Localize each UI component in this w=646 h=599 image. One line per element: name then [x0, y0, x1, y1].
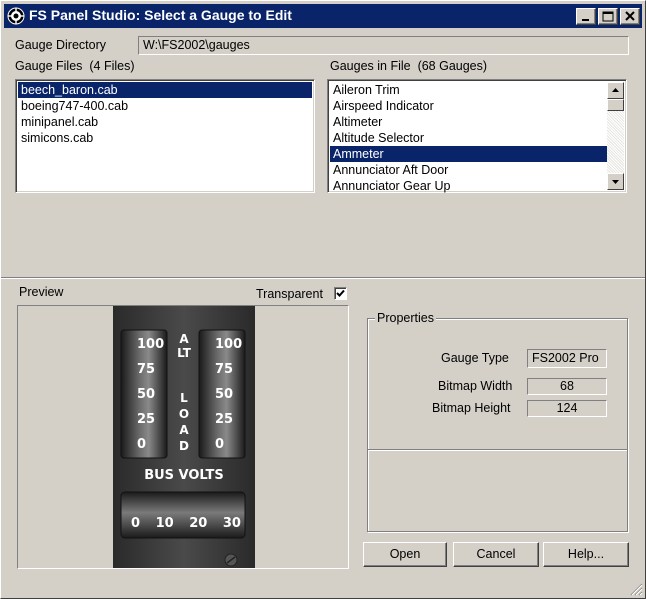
list-item[interactable]: minipanel.cab: [18, 114, 312, 130]
gauges-in-file-list[interactable]: Aileron Trim Airspeed Indicator Altimete…: [327, 79, 627, 193]
scroll-thumb[interactable]: [607, 99, 624, 111]
gauges-list-scrollbar[interactable]: [607, 82, 624, 190]
gauge-directory-label: Gauge Directory: [15, 38, 107, 52]
checkmark-icon: [336, 289, 345, 297]
preview-area: 100 75 50 25 0 100 75 50 25 0 ALT LOAD B…: [17, 305, 349, 569]
gauge-files-count: (4 Files): [89, 59, 135, 73]
resize-grip-icon[interactable]: [629, 582, 643, 596]
bus-volts-label: BUS VOLTS: [144, 468, 224, 483]
gauges-in-file-count: (68 Gauges): [417, 59, 488, 73]
list-item[interactable]: Aileron Trim: [330, 82, 607, 98]
gauge-directory-field[interactable]: W:\FS2002\gauges: [138, 36, 629, 55]
list-item[interactable]: Ammeter: [330, 146, 607, 162]
list-item[interactable]: Altimeter: [330, 114, 607, 130]
close-icon: [625, 11, 635, 21]
volt-meter-scale: 0 10 20 30: [131, 516, 241, 531]
maximize-icon: [602, 11, 614, 22]
bitmap-height-value: 124: [527, 400, 607, 417]
list-item[interactable]: beech_baron.cab: [18, 82, 312, 98]
title-bar[interactable]: FS Panel Studio: Select a Gauge to Edit: [4, 4, 642, 28]
list-item[interactable]: Annunciator Gear Up: [330, 178, 607, 194]
transparent-label[interactable]: Transparent: [256, 287, 323, 301]
left-meter-scale: 100 75 50 25 0: [137, 337, 165, 452]
bitmap-height-label: Bitmap Height: [432, 401, 511, 415]
main-window: FS Panel Studio: Select a Gauge to Edit …: [0, 0, 646, 599]
open-button[interactable]: Open: [363, 542, 447, 567]
preview-label: Preview: [19, 285, 64, 299]
gauges-list-items: Aileron Trim Airspeed Indicator Altimete…: [330, 82, 607, 194]
gauge-files-list[interactable]: beech_baron.cab boeing747-400.cab minipa…: [15, 79, 315, 193]
separator-highlight: [1, 278, 645, 279]
app-icon[interactable]: [7, 7, 25, 25]
list-item[interactable]: Annunciator Aft Door: [330, 162, 607, 178]
cancel-button[interactable]: Cancel: [453, 542, 539, 567]
bitmap-width-label: Bitmap Width: [438, 379, 513, 393]
right-meter-scale: 100 75 50 25 0: [215, 337, 243, 452]
arrow-down-icon: [612, 180, 619, 184]
minimize-icon: [582, 19, 589, 21]
scroll-up-button[interactable]: [607, 82, 624, 99]
close-button[interactable]: [620, 8, 640, 25]
help-button[interactable]: Help...: [543, 542, 629, 567]
list-item[interactable]: simicons.cab: [18, 130, 312, 146]
minimize-button[interactable]: [576, 8, 596, 25]
list-item[interactable]: boeing747-400.cab: [18, 98, 312, 114]
gauge-type-label: Gauge Type: [441, 351, 509, 365]
gauges-in-file-label: Gauges in File (68 Gauges): [330, 59, 488, 73]
properties-title: Properties: [375, 311, 436, 325]
list-item[interactable]: Altitude Selector: [330, 130, 607, 146]
properties-divider-highlight: [368, 450, 627, 451]
alt-label: ALT: [177, 332, 191, 360]
bitmap-width-value: 68: [527, 378, 607, 395]
load-label: LOAD: [178, 391, 190, 453]
window-title: FS Panel Studio: Select a Gauge to Edit: [29, 7, 292, 23]
gauge-type-value: FS2002 Pro: [527, 349, 607, 368]
scroll-down-button[interactable]: [607, 173, 624, 190]
maximize-button[interactable]: [598, 8, 618, 25]
gauge-files-label: Gauge Files (4 Files): [15, 59, 135, 73]
list-item[interactable]: Airspeed Indicator: [330, 98, 607, 114]
arrow-up-icon: [612, 88, 619, 92]
gauge-face-text: 100 75 50 25 0 100 75 50 25 0 ALT LOAD B…: [113, 306, 255, 568]
transparent-checkbox[interactable]: [334, 287, 347, 300]
